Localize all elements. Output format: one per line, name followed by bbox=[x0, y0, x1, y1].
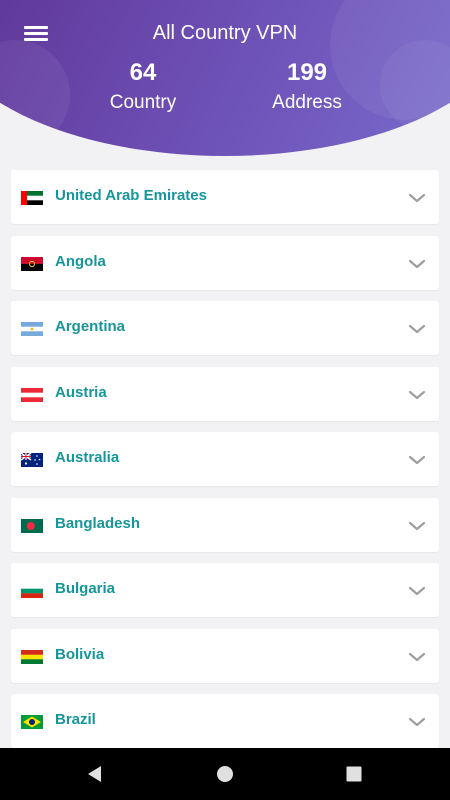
chevron-down-icon[interactable] bbox=[407, 385, 427, 405]
chevron-down-icon[interactable] bbox=[407, 319, 427, 339]
address-stat: 199 Address bbox=[237, 58, 377, 118]
country-count: 64 bbox=[129, 59, 157, 86]
app-header: All Country VPN 64 Country 199 Address bbox=[0, 0, 450, 160]
australia-flag-icon bbox=[21, 453, 43, 467]
home-circle-icon[interactable] bbox=[213, 762, 237, 786]
chevron-down-icon[interactable] bbox=[407, 188, 427, 208]
address-count: 199 bbox=[286, 59, 328, 86]
country-name: Bangladesh bbox=[55, 514, 141, 532]
country-row-bulgaria[interactable]: Bulgaria bbox=[11, 563, 439, 617]
country-row-bangladesh[interactable]: Bangladesh bbox=[11, 497, 439, 552]
argentina-flag-icon bbox=[21, 322, 43, 336]
country-row-uae[interactable]: United Arab Emirates bbox=[11, 170, 439, 224]
country-name: Bolivia bbox=[55, 645, 105, 663]
country-row-bolivia[interactable]: Bolivia bbox=[11, 628, 439, 683]
recent-square-icon[interactable] bbox=[342, 762, 366, 786]
back-triangle-icon[interactable] bbox=[83, 762, 107, 786]
bolivia-flag-icon bbox=[21, 649, 43, 664]
angola-flag-icon bbox=[21, 256, 43, 271]
country-name: United Arab Emirates bbox=[55, 187, 207, 204]
country-name: Argentina bbox=[55, 318, 126, 335]
country-list: United Arab Emirates Angola Argentina Au… bbox=[11, 170, 439, 760]
country-name: Angola bbox=[55, 252, 106, 270]
country-name: Australia bbox=[55, 449, 120, 466]
uae-flag-icon bbox=[21, 191, 43, 205]
page-title: All Country VPN bbox=[152, 22, 298, 44]
country-row-argentina[interactable]: Argentina bbox=[11, 301, 439, 355]
chevron-down-icon[interactable] bbox=[407, 647, 427, 667]
system-nav-bar bbox=[0, 748, 450, 800]
country-row-austria[interactable]: Austria bbox=[11, 366, 439, 421]
country-row-australia[interactable]: Australia bbox=[11, 432, 439, 486]
chevron-down-icon[interactable] bbox=[407, 254, 427, 274]
country-name: Austria bbox=[55, 383, 107, 401]
country-stat: 64 Country bbox=[73, 58, 213, 118]
country-row-brazil[interactable]: Brazil bbox=[11, 694, 439, 748]
bulgaria-flag-icon bbox=[21, 584, 43, 598]
austria-flag-icon bbox=[21, 387, 43, 402]
chevron-down-icon[interactable] bbox=[407, 516, 427, 536]
country-row-angola[interactable]: Angola bbox=[11, 235, 439, 290]
chevron-down-icon[interactable] bbox=[407, 712, 427, 732]
bangladesh-flag-icon bbox=[21, 518, 43, 533]
country-label: Country bbox=[109, 92, 177, 113]
address-label: Address bbox=[272, 92, 342, 113]
brazil-flag-icon bbox=[21, 715, 43, 729]
country-name: Brazil bbox=[55, 711, 96, 728]
country-name: Bulgaria bbox=[55, 580, 116, 597]
chevron-down-icon[interactable] bbox=[407, 450, 427, 470]
chevron-down-icon[interactable] bbox=[407, 581, 427, 601]
